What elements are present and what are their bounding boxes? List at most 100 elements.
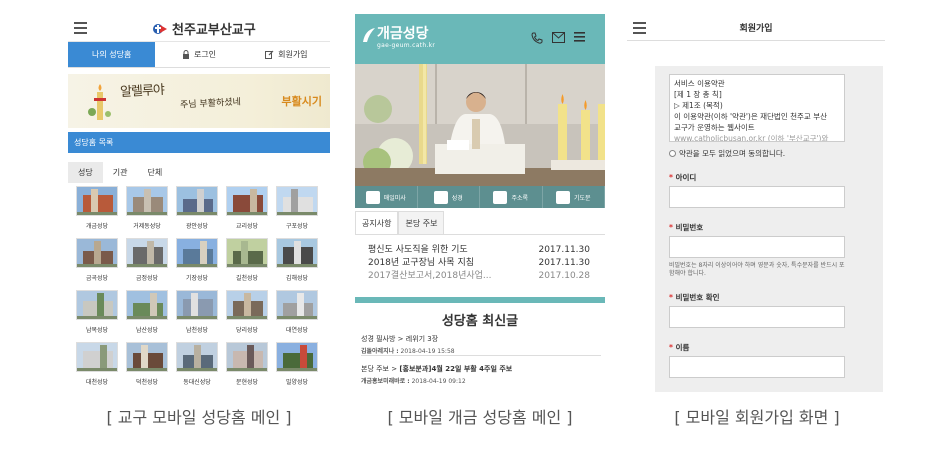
parish-photo	[226, 290, 268, 320]
church-logo-icon	[361, 26, 377, 44]
quick-bible[interactable]: 성경	[418, 186, 480, 208]
tab-parish[interactable]: 성당	[68, 162, 103, 183]
easter-candle-image	[88, 82, 112, 122]
parish-item[interactable]: 대연성당	[276, 290, 318, 334]
terms-line: www.catholicbusan.or.kr (이하 '부산교구')와	[674, 134, 829, 142]
caption-diocese: [ 교구 모바일 성당홈 메인 ]	[106, 408, 292, 427]
parish-name: 광안성당	[185, 223, 209, 230]
tab-notices[interactable]: 공지사항	[355, 211, 399, 235]
terms-line: 교구가 운영하는 웹사이트	[674, 123, 755, 132]
parish-item[interactable]: 기장성당	[176, 238, 218, 282]
tab-bulletin[interactable]: 본당 주보	[398, 211, 445, 235]
tab-group[interactable]: 단체	[137, 162, 172, 183]
password-input[interactable]	[669, 236, 845, 258]
parish-item[interactable]: 남천성당	[176, 290, 218, 334]
terms-box[interactable]: 서비스 이용약관 [제 1 장 총 칙] ▷ 제1조 (목적) 이 이용약관(이…	[669, 74, 845, 142]
latest-post[interactable]: 성경 필사방 > 레위기 3장 김돌아레지나 : 2018-04-19 15:5…	[361, 334, 601, 355]
parish-name: 남천성당	[185, 327, 209, 334]
parish-name: 덕천성당	[135, 379, 159, 386]
top-bar: 회원가입	[627, 14, 885, 41]
parish-name: 대연성당	[285, 327, 309, 334]
parish-photo	[276, 290, 318, 320]
parish-item[interactable]: 금곡성당	[76, 238, 118, 282]
parish-item[interactable]: 구포성당	[276, 186, 318, 230]
menu-icon[interactable]	[74, 22, 87, 34]
notice-row[interactable]: 2018년 교구장님 사목 지침 2017.11.30	[368, 257, 590, 270]
parish-name: 교리성당	[235, 223, 259, 230]
parish-name: 개금성당	[85, 223, 109, 230]
latest-post[interactable]: 본당 주보 > [홍보분과]4월 22일 부활 4주일 주보 개금홍보미래바로 …	[361, 364, 601, 385]
notice-row[interactable]: 2017결산보고서,2018년사업... 2017.10.28	[368, 270, 590, 283]
parish-item[interactable]: 당리성당	[226, 290, 268, 334]
notice-row[interactable]: 평신도 사도직을 위한 기도 2017.11.30	[368, 244, 590, 257]
parish-name: 거제동성당	[133, 223, 161, 230]
parish-grid: 개금성당 거제동성당 광안성당 교리성당 구포성당금곡성당 금정성당 기장성당 길천성당 김해성…	[76, 186, 326, 386]
parish-name: 밀양성당	[285, 379, 309, 386]
tab-my-parish[interactable]: 나의 성당홈	[68, 42, 156, 67]
brand-logo[interactable]: 천주교부산교구	[152, 19, 256, 38]
parish-name: 동대신성당	[183, 379, 211, 386]
signup-button[interactable]: 회원가입	[243, 42, 330, 67]
name-input[interactable]	[669, 356, 845, 378]
quick-address-book[interactable]: 주소록	[480, 186, 543, 208]
parish-item[interactable]: 남목성당	[76, 290, 118, 334]
parish-item[interactable]: 교리성당	[226, 186, 268, 230]
phone-icon[interactable]	[531, 32, 543, 44]
brand-name: 천주교부산교구	[172, 23, 256, 38]
parish-item[interactable]: 금정성당	[126, 238, 168, 282]
quick-daily-mass[interactable]: 매일미사	[355, 186, 418, 208]
category-tabs: 성당 기관 단체	[68, 162, 172, 183]
parish-header: 개금성당 gae-geum.cath.kr	[355, 14, 605, 64]
top-bar: 천주교부산교구	[68, 14, 330, 42]
tab-institution[interactable]: 기관	[103, 162, 138, 183]
page-title: 회원가입	[739, 24, 773, 34]
parish-item[interactable]: 대천성당	[76, 342, 118, 386]
parish-item[interactable]: 남산성당	[126, 290, 168, 334]
parish-title[interactable]: 개금성당	[377, 23, 429, 43]
parish-name: 금곡성당	[85, 275, 109, 282]
parish-name: 구포성당	[285, 223, 309, 230]
parish-name: 대천성당	[85, 379, 109, 386]
password-help: 비밀번호는 8자리 이상이어야 하며 영문과 숫자, 특수문자를 반드시 포함해…	[669, 262, 845, 277]
parish-item[interactable]: 길천성당	[226, 238, 268, 282]
prayer-book-icon	[555, 190, 570, 204]
parish-item[interactable]: 밀양성당	[276, 342, 318, 386]
parish-photo	[76, 238, 118, 268]
parish-item[interactable]: 동대신성당	[176, 342, 218, 386]
parish-photo	[76, 290, 118, 320]
parish-item[interactable]: 문현성당	[226, 342, 268, 386]
parish-item[interactable]: 덕천성당	[126, 342, 168, 386]
password-confirm-input[interactable]	[669, 306, 845, 328]
parish-photo	[126, 238, 168, 268]
caption-parish: [ 모바일 개금 성당홈 메인 ]	[387, 408, 573, 427]
terms-line: 서비스 이용약관	[674, 79, 725, 88]
banner-calligraphy-sub: 주님 부활하셨네	[179, 97, 242, 111]
parish-name: 남목성당	[85, 327, 109, 334]
label-id: * 아이디	[669, 173, 697, 182]
parish-photo	[176, 186, 218, 216]
parish-item[interactable]: 광안성당	[176, 186, 218, 230]
agree-checkbox[interactable]: 약관을 모두 읽었으며 동의합니다.	[669, 148, 785, 159]
parish-item[interactable]: 개금성당	[76, 186, 118, 230]
parish-item[interactable]: 김해성당	[276, 238, 318, 282]
signup-form: 서비스 이용약관 [제 1 장 총 칙] ▷ 제1조 (목적) 이 이용약관(이…	[655, 66, 883, 392]
menu-icon[interactable]	[574, 32, 585, 42]
login-button[interactable]: 로그인	[155, 42, 242, 67]
notice-list: 평신도 사도직을 위한 기도 2017.11.30 2018년 교구장님 사목 지…	[368, 244, 590, 283]
id-input[interactable]	[669, 186, 845, 208]
parish-item[interactable]: 거제동성당	[126, 186, 168, 230]
parish-photo	[276, 342, 318, 372]
quick-prayers[interactable]: 기도문	[543, 186, 605, 208]
terms-line: [제 1 장 총 칙]	[674, 90, 722, 99]
quick-menu: 매일미사 성경 주소록 기도문	[355, 186, 605, 208]
mail-icon[interactable]	[552, 32, 565, 43]
divider	[361, 355, 601, 356]
parish-photo	[176, 238, 218, 268]
account-tabs: 나의 성당홈 로그인 회원가입	[68, 42, 330, 68]
parish-name: 길천성당	[235, 275, 259, 282]
parish-name: 기장성당	[185, 275, 209, 282]
easter-banner[interactable]: 알렐루야 주님 부활하셨네 부활시기	[68, 74, 330, 128]
parish-photo	[76, 342, 118, 372]
parish-mobile-screen: 개금성당 gae-geum.cath.kr 매일미사 성경 주소록 기도문 공지…	[355, 14, 605, 392]
terms-line: 이 이용약관(이하 '약관')은 재단법인 천주교 부산	[674, 112, 827, 121]
